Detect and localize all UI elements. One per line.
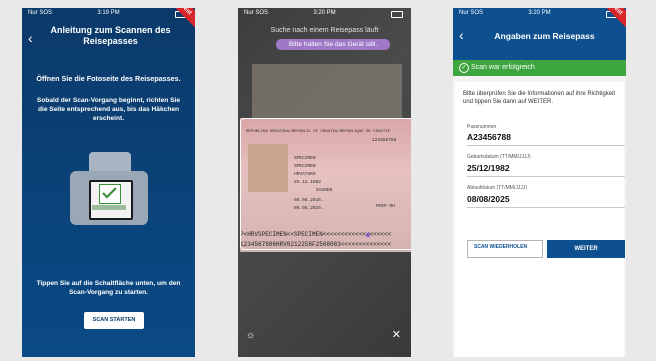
page-title: Anleitung zum Scannen des Reisepasses <box>50 25 171 46</box>
scan-frame <box>240 118 411 250</box>
phone-screen-passport-details: Nur SOS 3:20 PM ‹ Angaben zum Reisepass … <box>453 8 626 357</box>
status-bar: Nur SOS 3:20 PM <box>238 10 411 20</box>
battery-icon <box>391 11 403 18</box>
scan-start-button[interactable]: SCAN STARTEN <box>84 312 144 329</box>
back-arrow-icon[interactable]: ‹ <box>459 28 471 42</box>
hold-still-hint: Bitte halten Sie das Gerät still. <box>276 39 390 50</box>
expiry-date-field[interactable]: 08/08/2025 <box>467 194 510 204</box>
field-underline <box>467 207 625 208</box>
instruction-text: Sobald der Scan-Vorgang beginnt, richten… <box>36 97 181 122</box>
status-time: 3:20 PM <box>313 10 336 16</box>
passport-number-label: Passnummer <box>467 124 497 130</box>
intro-text: Öffnen Sie die Fotoseite des Reisepasses… <box>36 74 181 83</box>
header-bar: Nur SOS 3:20 PM ‹ Angaben zum Reisepass <box>453 8 626 60</box>
birthdate-label: Geburtsdatum (TT/MM/JJJJ) <box>467 154 531 160</box>
checkmark-icon <box>99 184 121 204</box>
rescan-button[interactable]: SCAN WIEDERHOLEN <box>467 240 543 258</box>
status-bar: Nur SOS 3:20 PM <box>453 10 626 20</box>
success-banner: ✓ Scan war erfolgreich <box>453 60 626 76</box>
back-arrow-icon[interactable]: ‹ <box>28 31 40 45</box>
phone-screen-scan-guide: Nur SOS 3:19 PM Test ‹ Anleitung zum Sca… <box>22 8 195 357</box>
next-button[interactable]: WEITER <box>547 240 625 258</box>
page-title: Angaben zum Reisepass <box>494 31 595 41</box>
status-time: 3:20 PM <box>528 10 551 16</box>
camera-background-page <box>252 64 402 120</box>
success-text: Scan war erfolgreich <box>471 64 535 71</box>
birthdate-field[interactable]: 25/12/1982 <box>467 163 510 173</box>
check-circle-icon: ✓ <box>459 63 469 73</box>
search-status-text: Suche nach einem Reisepass läuft <box>270 27 379 34</box>
info-text: Bitte überprüfen Sie die Informationen a… <box>463 91 616 105</box>
phone-screen-camera: Nur SOS 3:20 PM Suche nach einem Reisepa… <box>238 8 411 357</box>
close-icon[interactable]: ✕ <box>392 328 401 341</box>
status-bar: Nur SOS 3:19 PM <box>22 10 195 20</box>
status-time: 3:19 PM <box>97 10 120 16</box>
focus-dot <box>366 233 370 237</box>
passport-number-field[interactable]: A23456788 <box>467 132 511 142</box>
illustration-label <box>92 205 126 210</box>
expiry-date-label: Ablaufdatum (TT/MM/JJJJ) <box>467 185 528 191</box>
field-underline <box>467 176 625 177</box>
bottom-instruction: Tippen Sie auf die Schaltfläche unten, u… <box>36 280 181 296</box>
field-underline <box>467 145 625 146</box>
flashlight-icon[interactable]: ☼ <box>246 330 255 341</box>
